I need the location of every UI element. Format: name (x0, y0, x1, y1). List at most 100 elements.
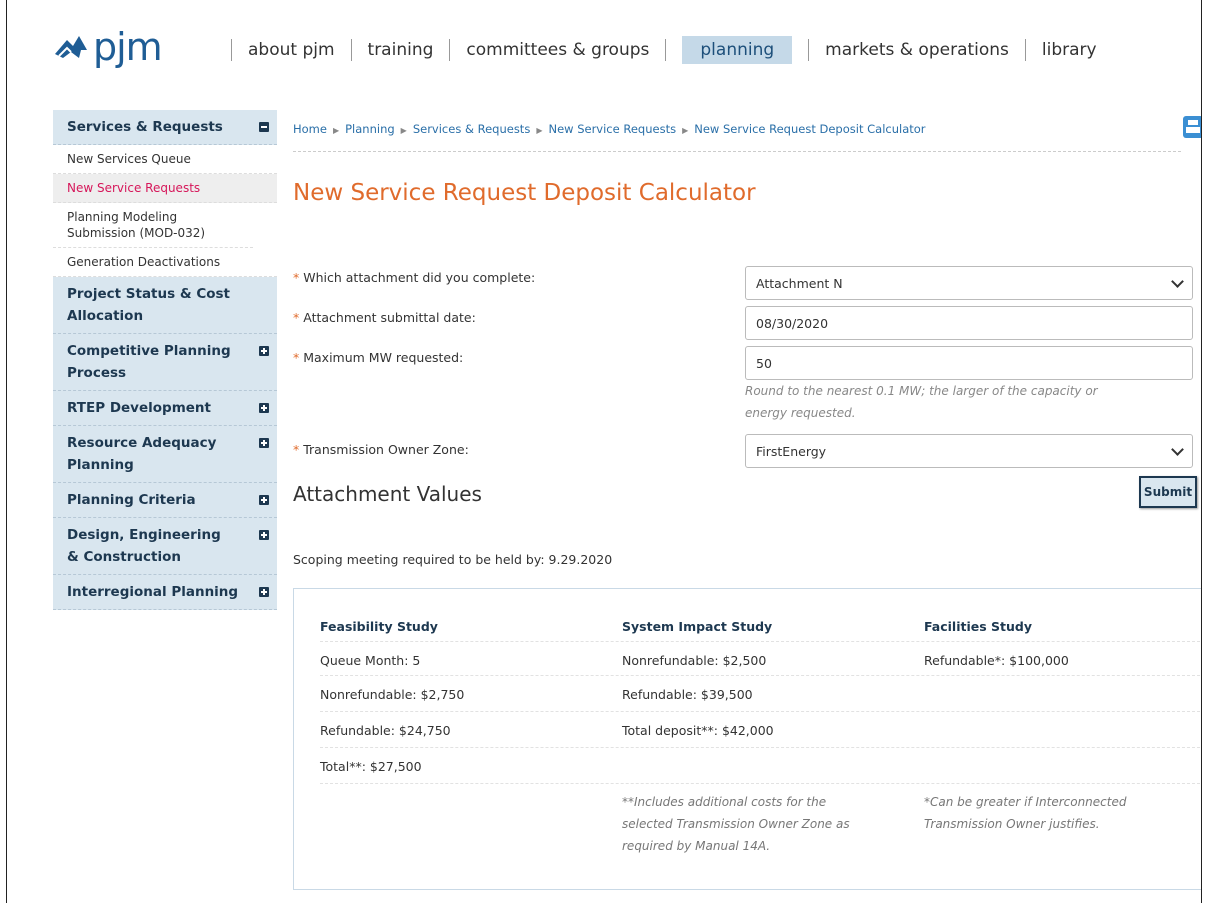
footnote-line: Transmission Owner justifies. (924, 817, 1100, 831)
collapse-icon[interactable] (259, 122, 269, 132)
sidebar-section-rtep-development[interactable]: RTEP Development (53, 391, 277, 426)
mw-hint-line: Round to the nearest 0.1 MW; the larger … (745, 384, 1098, 398)
breadcrumb-arrow-icon: ▶ (536, 126, 543, 135)
zone-label: * Transmission Owner Zone: (293, 442, 469, 457)
nav-training[interactable]: training (368, 40, 434, 60)
expand-icon[interactable] (259, 438, 269, 448)
print-icon[interactable] (1183, 116, 1201, 138)
expand-icon[interactable] (259, 346, 269, 356)
feasibility-heading: Feasibility Study (320, 619, 438, 634)
sidebar-section-label: RTEP Development (67, 400, 211, 416)
breadcrumb-planning[interactable]: Planning (345, 122, 395, 136)
system-impact-heading: System Impact Study (622, 619, 773, 634)
attachment-label: * Which attachment did you complete: (293, 270, 535, 285)
sidebar-section-label: Resource Adequacy Planning (67, 435, 217, 473)
mw-label: * Maximum MW requested: (293, 350, 463, 365)
row-divider (320, 675, 1200, 676)
submittal-date-input[interactable]: 08/30/2020 (745, 306, 1193, 340)
sidebar: Services & Requests New Services Queue N… (53, 110, 277, 610)
breadcrumb-arrow-icon: ▶ (682, 126, 689, 135)
row-divider (320, 747, 1200, 748)
nav-library[interactable]: library (1042, 40, 1097, 60)
logo-text: pjm (93, 25, 163, 69)
pjm-logo-icon (55, 36, 87, 58)
expand-icon[interactable] (259, 403, 269, 413)
nav-planning[interactable]: planning (682, 36, 793, 64)
attachment-select-value: Attachment N (756, 275, 843, 291)
system-impact-footnote: **Includes additional costs for the sele… (622, 791, 850, 857)
feasibility-queue-month: Queue Month: 5 (320, 653, 421, 668)
sidebar-section-resource-adequacy[interactable]: Resource Adequacy Planning (53, 426, 277, 483)
main-content: Home ▶ Planning ▶ Services & Requests ▶ New Se… (293, 110, 1201, 890)
breadcrumb-services-requests[interactable]: Services & Requests (413, 122, 530, 136)
sidebar-section-competitive-planning[interactable]: Competitive Planning Process (53, 334, 277, 391)
max-mw-value: 50 (756, 355, 772, 371)
breadcrumb-new-service-requests[interactable]: New Service Requests (548, 122, 676, 136)
footnote-line: selected Transmission Owner Zone as (622, 817, 850, 831)
system-impact-nonrefundable: Nonrefundable: $2,500 (622, 653, 767, 668)
sidebar-section-label: Competitive Planning Process (67, 343, 231, 381)
nav-committees-groups[interactable]: committees & groups (466, 40, 649, 60)
breadcrumb-home[interactable]: Home (293, 122, 327, 136)
mw-hint-line: energy requested. (745, 406, 856, 420)
page-title: New Service Request Deposit Calculator (293, 180, 756, 206)
nav-about-pjm[interactable]: about pjm (248, 40, 335, 60)
sidebar-section-label: Project Status & Cost Allocation (67, 286, 230, 324)
max-mw-input[interactable]: 50 (745, 346, 1193, 380)
attachment-values-heading: Attachment Values (293, 482, 482, 506)
attachment-select[interactable]: Attachment N (745, 266, 1193, 300)
required-marker: * (293, 270, 300, 285)
browser-page: pjm about pjm training committees & grou… (6, 0, 1202, 903)
pjm-logo[interactable]: pjm (53, 25, 163, 69)
zone-select[interactable]: FirstEnergy (745, 434, 1193, 468)
expand-icon[interactable] (259, 530, 269, 540)
sidebar-item-planning-modeling-submission[interactable]: Planning Modeling Submission (MOD-032) (53, 203, 253, 248)
row-divider (320, 783, 1200, 784)
nav-separator (231, 39, 232, 61)
nav-separator (1024, 39, 1026, 61)
system-impact-refundable: Refundable: $39,500 (622, 687, 753, 702)
breadcrumb-current[interactable]: New Service Request Deposit Calculator (694, 122, 925, 136)
mw-label-text: Maximum MW requested: (303, 350, 464, 365)
breadcrumb: Home ▶ Planning ▶ Services & Requests ▶ New Se… (293, 110, 1181, 152)
breadcrumb-arrow-icon: ▶ (400, 126, 407, 135)
nav-markets-operations[interactable]: markets & operations (825, 40, 1009, 60)
expand-icon[interactable] (259, 587, 269, 597)
attachment-label-text: Which attachment did you complete: (303, 270, 536, 285)
feasibility-refundable: Refundable: $24,750 (320, 723, 451, 738)
chevron-down-icon (1171, 443, 1184, 456)
row-divider (320, 711, 1200, 712)
sidebar-section-label: Interregional Planning (67, 584, 239, 600)
zone-label-text: Transmission Owner Zone: (303, 442, 469, 457)
nav-separator (449, 39, 451, 61)
sidebar-item-generation-deactivations[interactable]: Generation Deactivations (53, 248, 277, 277)
date-label: * Attachment submittal date: (293, 310, 476, 325)
footnote-line: *Can be greater if Interconnected (924, 795, 1127, 809)
facilities-refundable: Refundable*: $100,000 (924, 653, 1069, 668)
submit-button[interactable]: Submit (1139, 476, 1197, 508)
sidebar-section-label: Design, Engineering & Construction (67, 527, 221, 565)
sidebar-item-new-service-requests[interactable]: New Service Requests (53, 174, 277, 203)
sidebar-section-label: Planning Criteria (67, 492, 196, 508)
nav-separator (665, 39, 667, 61)
footnote-line: required by Manual 14A. (622, 839, 771, 853)
expand-icon[interactable] (259, 495, 269, 505)
main-nav: about pjm training committees & groups p… (215, 36, 1097, 64)
required-marker: * (293, 350, 300, 365)
facilities-heading: Facilities Study (924, 619, 1033, 634)
footnote-line: **Includes additional costs for the (622, 795, 827, 809)
required-marker: * (293, 442, 300, 457)
sidebar-section-project-status[interactable]: Project Status & Cost Allocation (53, 277, 277, 334)
results-box: Feasibility Study System Impact Study Fa… (293, 588, 1201, 890)
sidebar-section-interregional-planning[interactable]: Interregional Planning (53, 575, 277, 610)
sidebar-section-services-requests[interactable]: Services & Requests (53, 110, 277, 145)
feasibility-nonrefundable: Nonrefundable: $2,750 (320, 687, 465, 702)
feasibility-total: Total**: $27,500 (320, 759, 422, 774)
sidebar-section-planning-criteria[interactable]: Planning Criteria (53, 483, 277, 518)
sidebar-item-new-services-queue[interactable]: New Services Queue (53, 145, 277, 174)
sidebar-section-design-engineering[interactable]: Design, Engineering & Construction (53, 518, 277, 575)
breadcrumb-arrow-icon: ▶ (332, 126, 340, 135)
row-divider (320, 641, 1200, 642)
chevron-down-icon (1171, 275, 1184, 288)
site-header: pjm about pjm training committees & grou… (7, 0, 1201, 90)
